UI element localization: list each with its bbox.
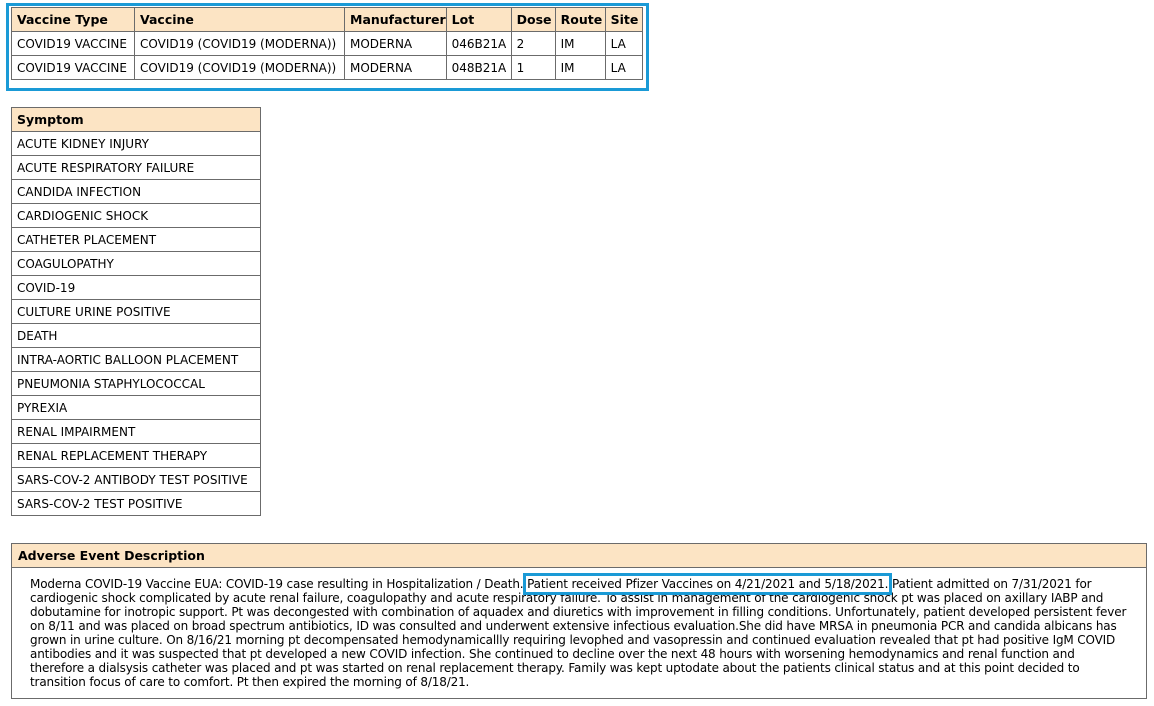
col-header-site: Site <box>604 7 643 32</box>
symptom-row: PYREXIA <box>11 395 261 420</box>
symptom-cell: RENAL IMPAIRMENT <box>11 419 261 444</box>
symptom-cell: PYREXIA <box>11 395 261 420</box>
col-header-manufacturer: Manufacturer <box>344 7 447 32</box>
cell-lot: 048B21A <box>445 55 512 80</box>
symptom-row: PNEUMONIA STAPHYLOCOCCAL <box>11 371 261 396</box>
table-row: COVID19 VACCINE COVID19 (COVID19 (MODERN… <box>11 31 643 56</box>
symptom-cell: ACUTE RESPIRATORY FAILURE <box>11 155 261 180</box>
cell-site: LA <box>604 55 643 80</box>
cell-vaccine-type: COVID19 VACCINE <box>11 55 135 80</box>
ae-text-body: Patient admitted on 7/31/2021 for cardio… <box>30 577 1127 689</box>
ae-highlighted-sentence: Patient received Pfizer Vaccines on 4/21… <box>523 573 893 595</box>
col-header-vaccine-type: Vaccine Type <box>11 7 135 32</box>
cell-lot: 046B21A <box>445 31 512 56</box>
col-header-route: Route <box>554 7 606 32</box>
symptom-row: DEATH <box>11 323 261 348</box>
symptom-row: INTRA-AORTIC BALLOON PLACEMENT <box>11 347 261 372</box>
report-page: Vaccine Type Vaccine Manufacturer Lot Do… <box>0 0 1154 706</box>
symptom-row: COAGULOPATHY <box>11 251 261 276</box>
symptom-row: CULTURE URINE POSITIVE <box>11 299 261 324</box>
cell-manufacturer: MODERNA <box>344 31 447 56</box>
symptom-row: ACUTE KIDNEY INJURY <box>11 131 261 156</box>
table-row: COVID19 VACCINE COVID19 (COVID19 (MODERN… <box>11 55 643 80</box>
col-header-symptom: Symptom <box>11 107 261 132</box>
symptom-cell: CARDIOGENIC SHOCK <box>11 203 261 228</box>
symptom-row: SARS-COV-2 TEST POSITIVE <box>11 491 261 516</box>
col-header-dose: Dose <box>510 7 556 32</box>
col-header-lot: Lot <box>445 7 512 32</box>
cell-vaccine: COVID19 (COVID19 (MODERNA)) <box>134 55 345 80</box>
symptom-row: CANDIDA INFECTION <box>11 179 261 204</box>
ae-text-intro: Moderna COVID-19 Vaccine EUA: COVID-19 c… <box>30 577 528 591</box>
adverse-event-header: Adverse Event Description <box>12 544 1146 568</box>
cell-dose: 2 <box>510 31 556 56</box>
symptom-row: CATHETER PLACEMENT <box>11 227 261 252</box>
symptom-table: Symptom ACUTE KIDNEY INJURY ACUTE RESPIR… <box>11 107 261 516</box>
symptom-row: COVID-19 <box>11 275 261 300</box>
cell-vaccine-type: COVID19 VACCINE <box>11 31 135 56</box>
symptom-cell: COAGULOPATHY <box>11 251 261 276</box>
symptom-cell: DEATH <box>11 323 261 348</box>
cell-route: IM <box>554 31 606 56</box>
adverse-event-text: Moderna COVID-19 Vaccine EUA: COVID-19 c… <box>30 573 1130 689</box>
symptom-row: CARDIOGENIC SHOCK <box>11 203 261 228</box>
cell-route: IM <box>554 55 606 80</box>
vaccine-table-header-row: Vaccine Type Vaccine Manufacturer Lot Do… <box>11 7 643 32</box>
symptom-row: RENAL REPLACEMENT THERAPY <box>11 443 261 468</box>
symptom-cell: CANDIDA INFECTION <box>11 179 261 204</box>
cell-site: LA <box>604 31 643 56</box>
symptom-row: RENAL IMPAIRMENT <box>11 419 261 444</box>
col-header-vaccine: Vaccine <box>134 7 345 32</box>
symptom-row: ACUTE RESPIRATORY FAILURE <box>11 155 261 180</box>
symptom-cell: SARS-COV-2 ANTIBODY TEST POSITIVE <box>11 467 261 492</box>
cell-manufacturer: MODERNA <box>344 55 447 80</box>
cell-vaccine: COVID19 (COVID19 (MODERNA)) <box>134 31 345 56</box>
symptom-cell: SARS-COV-2 TEST POSITIVE <box>11 491 261 516</box>
symptom-cell: ACUTE KIDNEY INJURY <box>11 131 261 156</box>
symptom-cell: CATHETER PLACEMENT <box>11 227 261 252</box>
symptom-cell: RENAL REPLACEMENT THERAPY <box>11 443 261 468</box>
symptom-cell: INTRA-AORTIC BALLOON PLACEMENT <box>11 347 261 372</box>
vaccine-table: Vaccine Type Vaccine Manufacturer Lot Do… <box>11 7 643 80</box>
symptom-row: SARS-COV-2 ANTIBODY TEST POSITIVE <box>11 467 261 492</box>
cell-dose: 1 <box>510 55 556 80</box>
symptom-cell: CULTURE URINE POSITIVE <box>11 299 261 324</box>
symptom-table-header-row: Symptom <box>11 107 261 132</box>
symptom-cell: COVID-19 <box>11 275 261 300</box>
symptom-cell: PNEUMONIA STAPHYLOCOCCAL <box>11 371 261 396</box>
adverse-event-panel: Adverse Event Description Moderna COVID-… <box>11 543 1147 699</box>
